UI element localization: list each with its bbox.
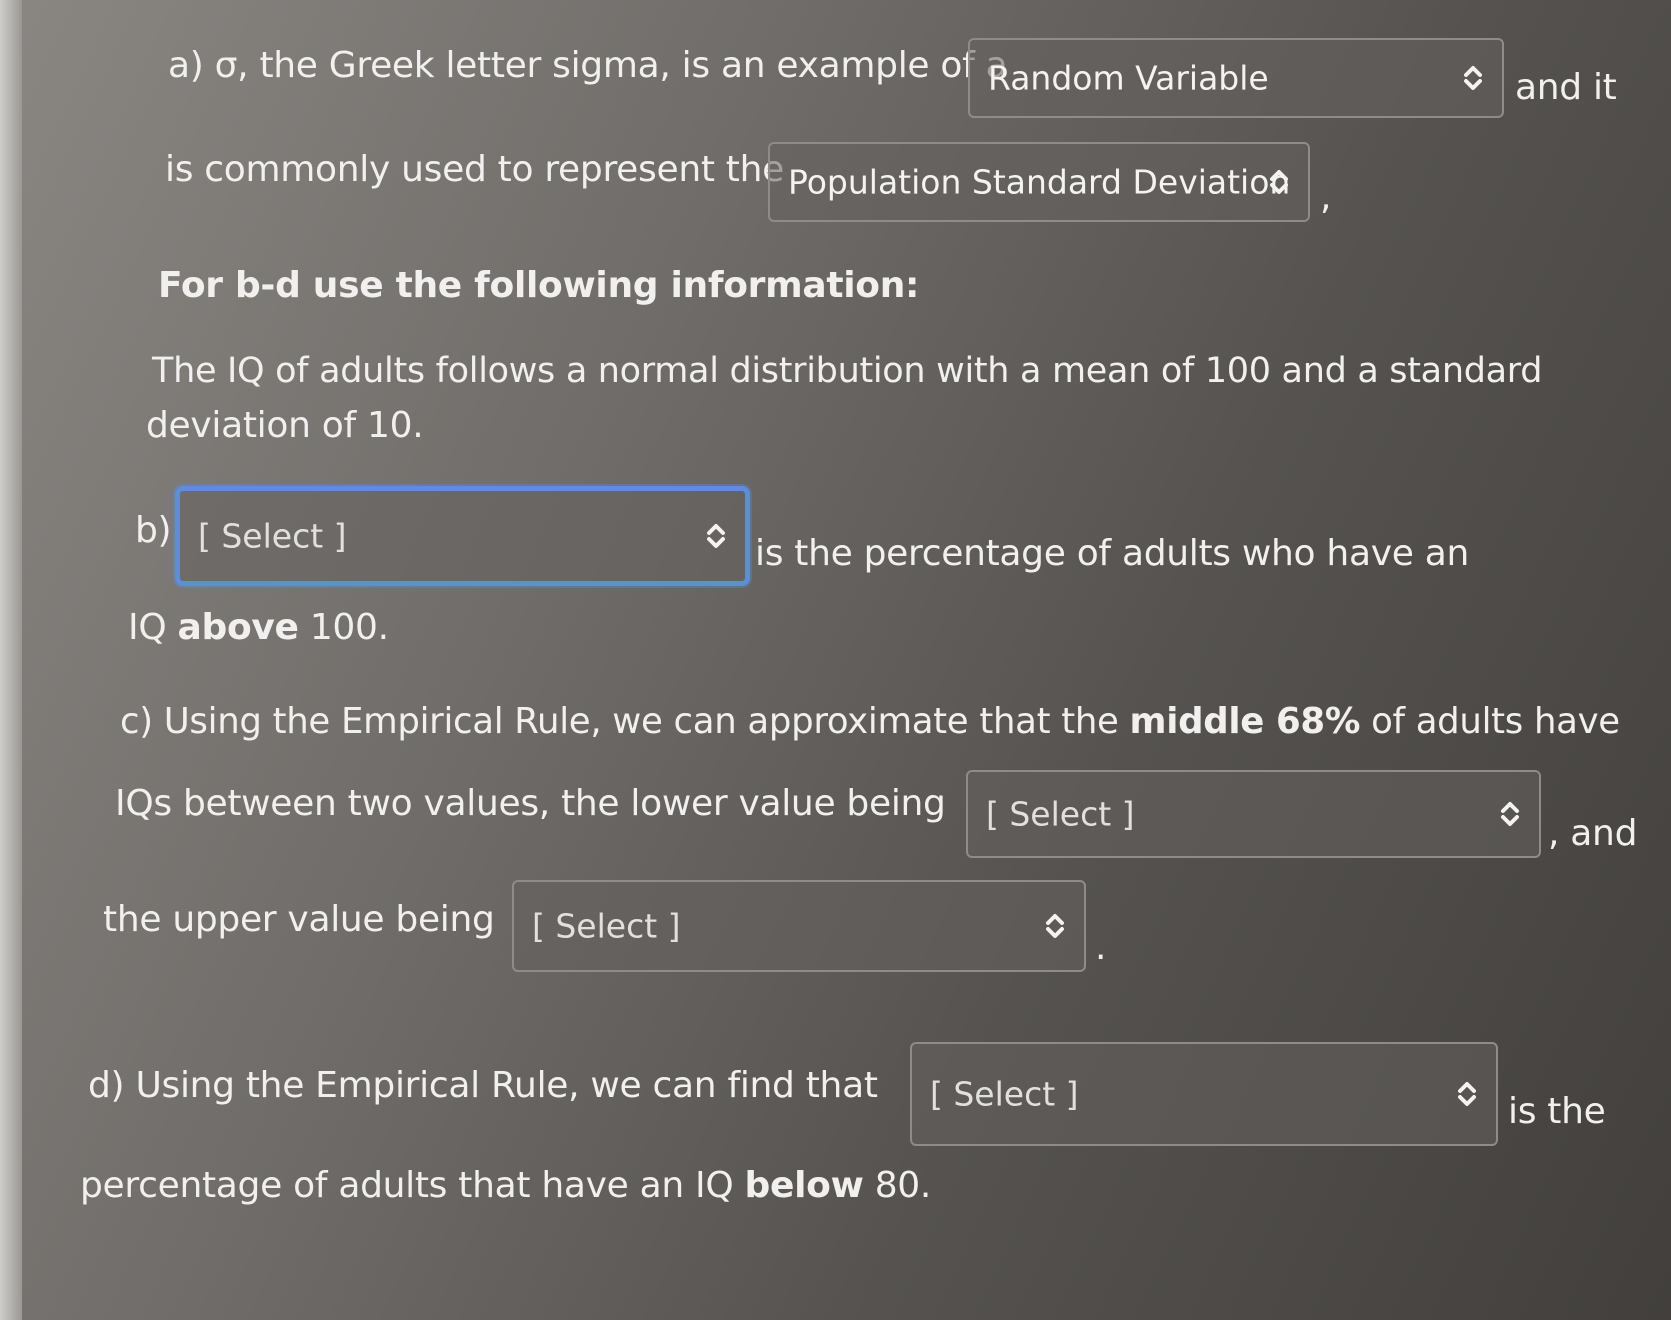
percent-above-100-select-value: [ Select ] [198, 516, 347, 556]
part-c-line2-prefix: IQs between two values, the lower value … [115, 783, 946, 824]
part-d-prefix: d) Using the Empirical Rule, we can find… [88, 1065, 878, 1106]
chevron-up-down-icon [1046, 914, 1064, 938]
part-b-label: b) [135, 510, 172, 551]
chevron-up-down-icon [1501, 802, 1519, 826]
sigma-represents-select-value: Population Standard Deviation [788, 162, 1291, 202]
part-a-middle: and it [1515, 67, 1617, 108]
part-c-line1-end: of adults have [1360, 701, 1620, 742]
part-b-line2: IQ above 100. [128, 610, 389, 646]
chevron-up-down-icon [707, 524, 725, 548]
chevron-up-down-icon [1458, 1082, 1476, 1106]
part-c-line1-bold: middle 68% [1129, 701, 1361, 742]
part-c-line1-normal: c) Using the Empirical Rule, we can appr… [120, 701, 1130, 742]
part-a-suffix: , [1320, 177, 1332, 218]
part-c-line3-suffix: . [1095, 927, 1107, 968]
chevron-up-down-icon [1270, 170, 1288, 194]
lower-value-select-value: [ Select ] [986, 794, 1135, 834]
part-d-line2-normal: percentage of adults that have an IQ [80, 1165, 745, 1206]
part-b-line2-normal2: 100. [298, 607, 389, 648]
percent-above-100-select[interactable]: [ Select ] [175, 486, 750, 586]
chevron-up-down-icon [1464, 66, 1482, 90]
info-text-line1: The IQ of adults follows a normal distri… [152, 351, 1543, 391]
lower-value-select[interactable]: [ Select ] [966, 770, 1541, 858]
part-d-suffix: is the [1508, 1091, 1606, 1132]
part-a-prefix: a) σ, the Greek letter sigma, is an exam… [168, 45, 1008, 86]
part-c-line2-suffix: , and [1548, 813, 1638, 854]
part-d-line2: percentage of adults that have an IQ bel… [80, 1168, 931, 1204]
upper-value-select[interactable]: [ Select ] [512, 880, 1086, 972]
part-c-line3-prefix: the upper value being [103, 899, 495, 940]
monitor-bezel [0, 0, 22, 1320]
part-a-line2-prefix: is commonly used to represent the [165, 149, 784, 190]
part-c-line1: c) Using the Empirical Rule, we can appr… [120, 704, 1620, 740]
percent-below-80-select[interactable]: [ Select ] [910, 1042, 1498, 1146]
part-b-text-after: is the percentage of adults who have an [755, 533, 1469, 574]
part-d-line2-end: 80. [863, 1165, 932, 1206]
info-text-line2: deviation of 10. [146, 405, 424, 446]
part-b-line2-normal1: IQ [128, 607, 178, 648]
sigma-represents-select[interactable]: Population Standard Deviation [768, 142, 1310, 222]
upper-value-select-value: [ Select ] [532, 906, 681, 946]
percent-below-80-select-value: [ Select ] [930, 1074, 1079, 1114]
part-b-line2-bold: above [177, 607, 299, 648]
part-d-line2-bold: below [744, 1165, 864, 1206]
sigma-type-select[interactable]: Random Variable [968, 38, 1504, 118]
info-heading: For b-d use the following information: [158, 265, 920, 306]
sigma-type-select-value: Random Variable [988, 58, 1269, 98]
